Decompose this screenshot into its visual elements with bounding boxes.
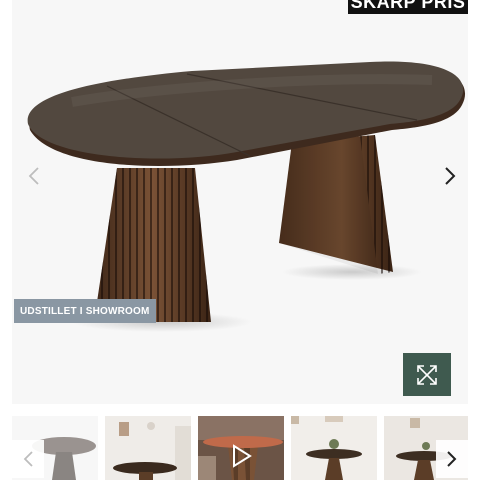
- previous-image-button[interactable]: [18, 160, 50, 192]
- chevron-right-icon: [447, 451, 457, 467]
- showroom-badge: UDSTILLET I SHOWROOM: [14, 299, 156, 323]
- thumbnail-table-room-scene[interactable]: [105, 416, 191, 480]
- thumbnails-previous-button[interactable]: [12, 440, 44, 478]
- thumbnails-next-button[interactable]: [436, 440, 468, 478]
- chevron-right-icon: [445, 167, 456, 185]
- chevron-left-icon: [23, 451, 33, 467]
- product-gallery: SKARP PRIS UDSTILLET I SHOWROOM: [12, 0, 468, 404]
- thumbnail-table-with-plant[interactable]: [291, 416, 377, 480]
- chevron-left-icon: [28, 167, 39, 185]
- zoom-button[interactable]: [403, 353, 451, 396]
- thumbnail-table-video[interactable]: [198, 416, 284, 480]
- expand-icon: [417, 364, 437, 385]
- next-image-button[interactable]: [434, 160, 466, 192]
- price-badge: SKARP PRIS: [348, 0, 468, 14]
- thumbnail-strip: [12, 416, 468, 480]
- product-image[interactable]: [12, 0, 468, 404]
- play-icon: [233, 444, 252, 468]
